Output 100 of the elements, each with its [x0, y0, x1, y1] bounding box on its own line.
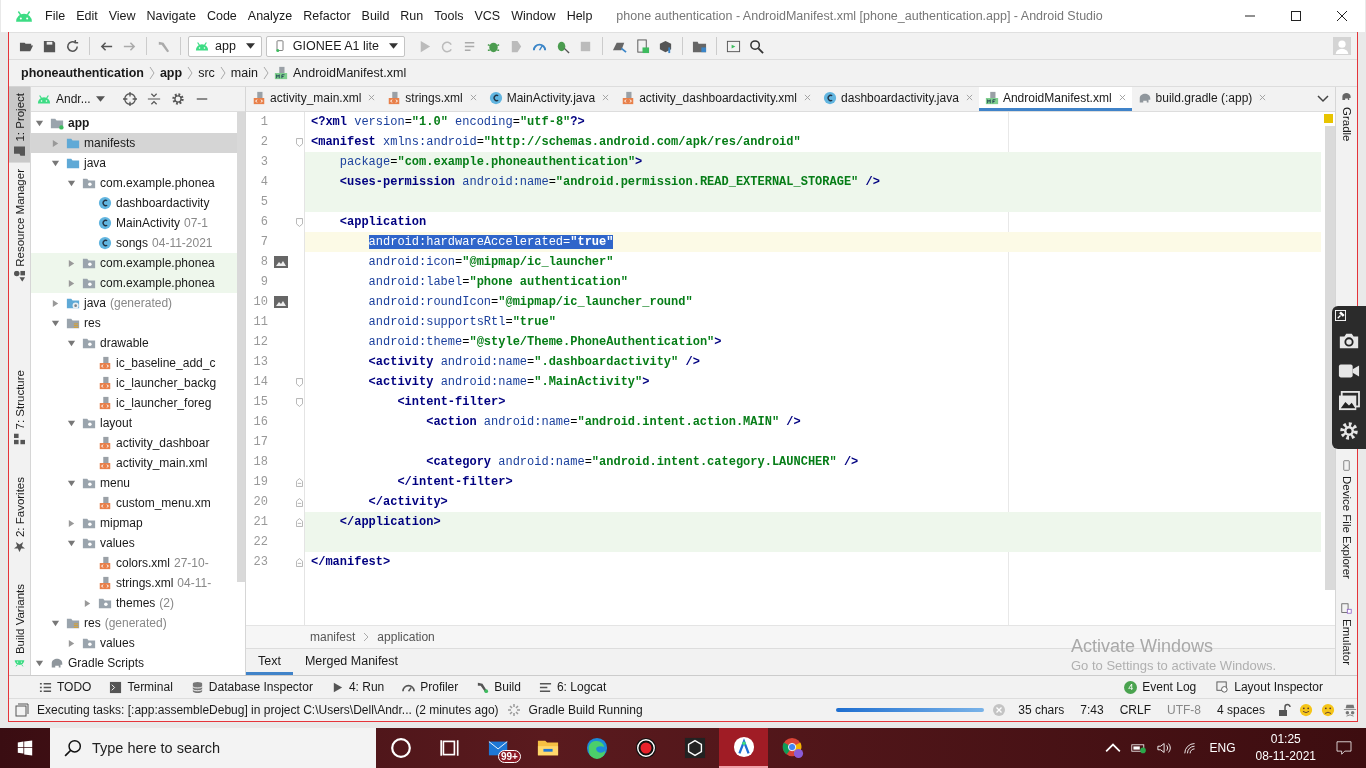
menu-title[interactable]: VCS: [474, 9, 501, 23]
tree-item[interactable]: layout: [100, 416, 133, 430]
menu-title[interactable]: Navigate: [146, 9, 196, 23]
smile-icon[interactable]: [1299, 703, 1313, 717]
tool-window-button[interactable]: TODO: [39, 680, 92, 694]
tool-window-tab[interactable]: 1: Project: [9, 87, 30, 163]
view-tab[interactable]: Merged Manifest: [292, 649, 411, 675]
tool-window-button[interactable]: 6: Logcat: [538, 680, 607, 694]
chevron-down-icon[interactable]: [1317, 95, 1329, 103]
tool-window-tab[interactable]: Device File Explorer: [1336, 456, 1357, 583]
fold-marker-icon[interactable]: [295, 397, 303, 407]
menu-title[interactable]: Analyze: [247, 9, 293, 23]
project-view-dropdown[interactable]: Andr...: [37, 92, 105, 106]
tool-window-tab[interactable]: Build Variants: [9, 577, 30, 675]
run-configuration-dropdown[interactable]: app: [188, 35, 262, 57]
collapsed-arrow-icon[interactable]: [67, 278, 76, 288]
tree-item[interactable]: activity_main.xml: [116, 456, 208, 470]
inspector-icon[interactable]: [1343, 703, 1357, 717]
editor-tab[interactable]: dashboardactivity.java: [817, 87, 979, 111]
editor-tab[interactable]: MainActivity.java: [482, 87, 616, 111]
expanded-arrow-icon[interactable]: [67, 178, 76, 188]
breadcrumb-item[interactable]: AndroidManifest.xml: [292, 66, 407, 80]
editor-tab[interactable]: build.gradle (:app): [1131, 87, 1273, 111]
frown-icon[interactable]: [1321, 703, 1335, 717]
tool-window-tab[interactable]: 7: Structure: [9, 364, 30, 451]
menu-title[interactable]: Run: [400, 9, 424, 23]
tool-window-tab[interactable]: 2: Favorites: [9, 470, 30, 558]
breadcrumb-item[interactable]: main: [230, 66, 258, 80]
tree-item[interactable]: res: [84, 616, 101, 630]
expanded-arrow-icon[interactable]: [51, 618, 60, 628]
breadcrumb-item[interactable]: src: [198, 66, 215, 80]
tool-window-button[interactable]: Layout Inspector: [1216, 680, 1323, 694]
status-message[interactable]: Executing tasks: [:app:assembleDebug] in project C:\Users\Dell\Andr... (2 minutes ago): [37, 703, 499, 717]
tree-item[interactable]: values: [100, 536, 135, 550]
expanded-arrow-icon[interactable]: [67, 478, 76, 488]
menu-title[interactable]: Tools: [434, 9, 464, 23]
expanded-arrow-icon[interactable]: [67, 538, 76, 548]
status-item[interactable]: 35 chars: [1018, 703, 1065, 717]
scrollbar[interactable]: [1325, 126, 1335, 590]
tree-item[interactable]: java: [84, 156, 106, 170]
fold-marker-icon[interactable]: [295, 477, 303, 487]
tree-item[interactable]: ic_baseline_add_c: [116, 356, 216, 370]
tree-item[interactable]: com.example.phonea: [100, 176, 215, 190]
menu-title[interactable]: Help: [566, 9, 593, 23]
breadcrumb-item[interactable]: phoneauthentication: [21, 66, 144, 80]
tree-item[interactable]: values: [100, 636, 135, 650]
tree-item[interactable]: ic_launcher_backg: [116, 376, 217, 390]
collapsed-arrow-icon[interactable]: [83, 598, 92, 608]
expanded-arrow-icon[interactable]: [51, 158, 60, 168]
tool-window-tab[interactable]: Emulator: [1336, 598, 1357, 669]
fold-marker-icon[interactable]: [295, 557, 303, 567]
tool-window-button[interactable]: Database Inspector: [190, 680, 313, 694]
tool-window-tab[interactable]: Resource Manager: [9, 162, 30, 288]
speaker-icon[interactable]: [1157, 741, 1174, 755]
editor-tab[interactable]: activity_main.xml: [246, 87, 382, 111]
editor-tab[interactable]: strings.xml: [381, 87, 483, 111]
view-tab[interactable]: Text: [246, 649, 293, 675]
status-task[interactable]: Gradle Build Running: [528, 703, 643, 717]
menu-title[interactable]: Code: [206, 9, 237, 23]
status-item[interactable]: CRLF: [1119, 703, 1151, 717]
search-field[interactable]: Type here to search: [50, 728, 376, 768]
taskbar-app[interactable]: 99+: [474, 728, 523, 768]
collapsed-arrow-icon[interactable]: [51, 298, 60, 308]
crosshair-icon[interactable]: [120, 90, 139, 108]
expanded-arrow-icon[interactable]: [67, 338, 76, 348]
tool-window-button[interactable]: Profiler: [402, 680, 459, 694]
tree-item[interactable]: MainActivity: [116, 216, 180, 230]
collapsed-arrow-icon[interactable]: [67, 638, 76, 648]
tree-item[interactable]: songs: [116, 236, 149, 250]
fold-marker-icon[interactable]: [295, 497, 303, 507]
breadcrumb-item[interactable]: manifest: [310, 630, 356, 644]
editor-tab[interactable]: AndroidManifest.xml: [978, 87, 1132, 111]
tree-item[interactable]: mipmap: [100, 516, 143, 530]
device-dropdown[interactable]: GIONEE A1 lite: [265, 35, 405, 57]
tree-item[interactable]: java: [84, 296, 106, 310]
tool-window-button[interactable]: 4: Run: [330, 680, 385, 694]
breadcrumb-item[interactable]: application: [377, 630, 435, 644]
fold-marker-icon[interactable]: [295, 377, 303, 387]
clock[interactable]: 01:25 08-11-2021: [1255, 731, 1316, 765]
expanded-arrow-icon[interactable]: [67, 418, 76, 428]
expanded-arrow-icon[interactable]: [35, 658, 44, 668]
unlocked-icon[interactable]: [1277, 703, 1291, 717]
menu-title[interactable]: View: [108, 9, 136, 23]
tree-item[interactable]: custom_menu.xm: [116, 496, 211, 510]
taskbar-app[interactable]: [719, 728, 768, 768]
collapsed-arrow-icon[interactable]: [67, 518, 76, 528]
collapsed-arrow-icon[interactable]: [67, 258, 76, 268]
tree-item[interactable]: colors.xml: [116, 556, 170, 570]
expanded-arrow-icon[interactable]: [51, 318, 60, 328]
fold-marker-icon[interactable]: [295, 217, 303, 227]
scrollbar[interactable]: [237, 112, 245, 582]
menu-title[interactable]: Build: [361, 9, 390, 23]
status-item[interactable]: 4 spaces: [1216, 703, 1265, 717]
close-icon[interactable]: [1118, 94, 1126, 101]
tree-item[interactable]: activity_dashboar: [116, 436, 210, 450]
fold-marker-icon[interactable]: [295, 517, 303, 527]
tree-item[interactable]: drawable: [100, 336, 149, 350]
chevron-up-icon[interactable]: [1105, 741, 1122, 755]
tree-item[interactable]: menu: [100, 476, 131, 490]
editor-tab[interactable]: activity_dashboardactivity.xml: [615, 87, 818, 111]
